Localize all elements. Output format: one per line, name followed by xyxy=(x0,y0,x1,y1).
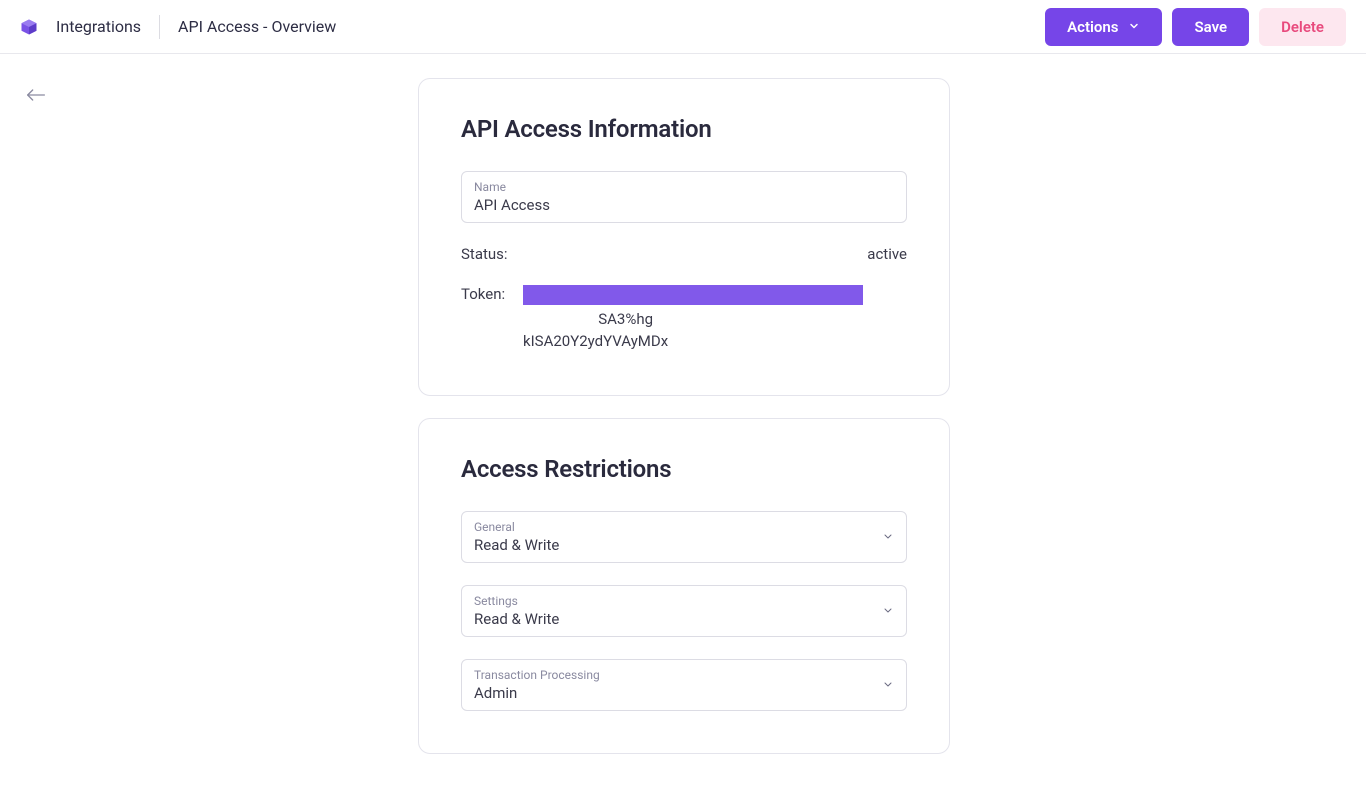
save-button-label: Save xyxy=(1194,18,1227,36)
transaction-processing-select[interactable]: Transaction Processing Admin xyxy=(461,659,907,711)
app-header: Integrations API Access - Overview Actio… xyxy=(0,0,1366,54)
settings-select-value: Read & Write xyxy=(474,610,559,628)
main-content: API Access Information Name Status: acti… xyxy=(0,54,1366,794)
status-label: Status: xyxy=(461,245,517,263)
delete-button[interactable]: Delete xyxy=(1259,8,1346,46)
arrow-left-icon xyxy=(26,87,46,106)
chevron-down-icon xyxy=(882,601,894,620)
transaction-processing-select-value: Admin xyxy=(474,684,517,702)
logo-icon xyxy=(20,18,38,36)
token-value[interactable]: XXXXXXXXXXXXXXXXXXXXXXXXXXXXXXXXXXXXXXXX… xyxy=(523,285,907,353)
general-select-value: Read & Write xyxy=(474,536,559,554)
status-value: active xyxy=(867,245,907,263)
api-info-card: API Access Information Name Status: acti… xyxy=(418,78,950,396)
actions-button[interactable]: Actions xyxy=(1045,8,1162,46)
settings-select-label: Settings xyxy=(474,594,870,608)
actions-button-label: Actions xyxy=(1067,18,1118,36)
header-left: Integrations API Access - Overview xyxy=(20,15,336,39)
cards-column: API Access Information Name Status: acti… xyxy=(418,78,950,754)
name-field[interactable]: Name xyxy=(461,171,907,223)
chevron-down-icon xyxy=(882,675,894,694)
token-row: Token: XXXXXXXXXXXXXXXXXXXXXXXXXXXXXXXXX… xyxy=(461,285,907,353)
token-text-line1: XXXXXXXXXXXXXXXXXXXXXXXXXXXXXXXXXXXXXXXX… xyxy=(523,287,899,328)
chevron-down-icon xyxy=(1128,18,1140,36)
chevron-down-icon xyxy=(882,527,894,546)
header-actions: Actions Save Delete xyxy=(1045,8,1346,46)
general-select[interactable]: General Read & Write xyxy=(461,511,907,563)
settings-select[interactable]: Settings Read & Write xyxy=(461,585,907,637)
name-field-label: Name xyxy=(474,180,894,194)
api-info-heading: API Access Information xyxy=(461,115,907,143)
access-restrictions-heading: Access Restrictions xyxy=(461,455,907,483)
token-text-line2: kISA20Y2ydYVAyMDx xyxy=(523,332,668,350)
access-restrictions-card: Access Restrictions General Read & Write… xyxy=(418,418,950,754)
general-select-label: General xyxy=(474,520,870,534)
divider xyxy=(159,15,160,39)
save-button[interactable]: Save xyxy=(1172,8,1249,46)
name-input[interactable] xyxy=(474,196,894,214)
page-title: API Access - Overview xyxy=(178,17,336,36)
transaction-processing-select-label: Transaction Processing xyxy=(474,668,870,682)
status-row: Status: active xyxy=(461,245,907,263)
token-label: Token: xyxy=(461,285,517,303)
delete-button-label: Delete xyxy=(1281,18,1324,36)
back-button[interactable] xyxy=(22,82,50,110)
breadcrumb[interactable]: Integrations xyxy=(56,17,141,36)
